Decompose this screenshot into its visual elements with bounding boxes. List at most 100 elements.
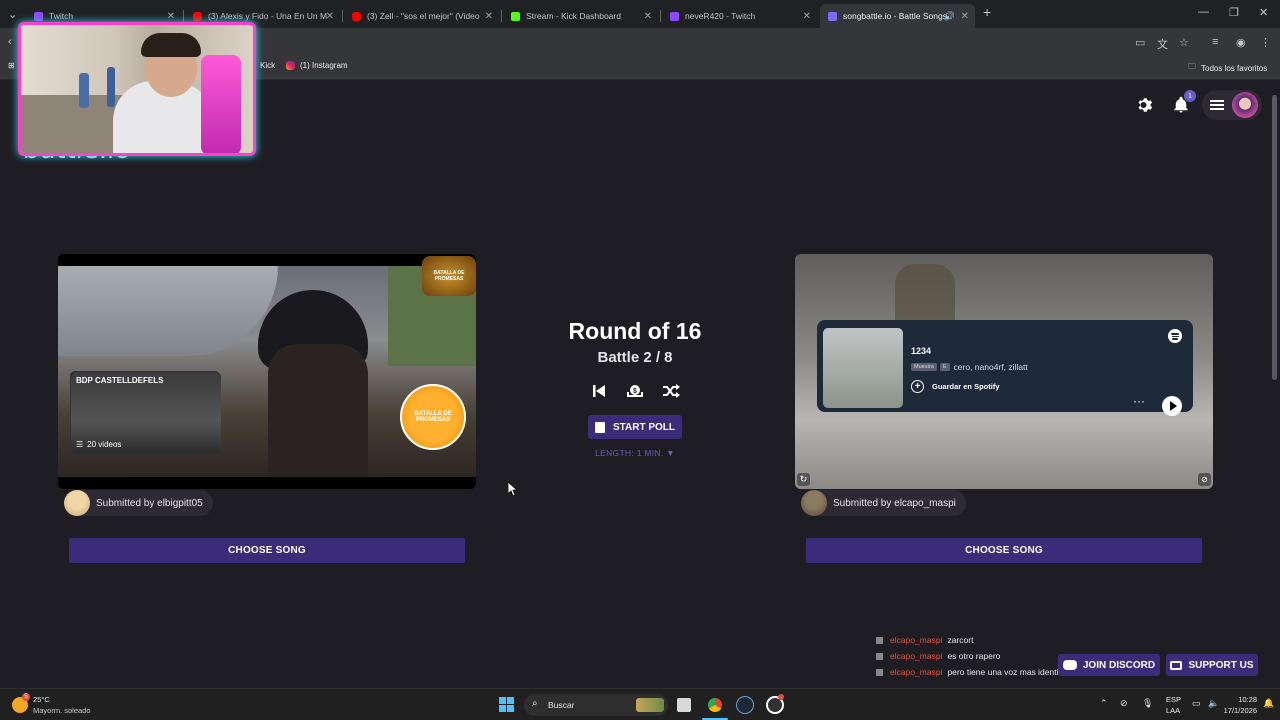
chat-username: elcapo_maspi xyxy=(890,651,943,661)
clock-time[interactable]: 10:28 xyxy=(1227,695,1257,704)
translate-icon[interactable]: 文 xyxy=(1157,36,1168,52)
close-window-button[interactable]: ✕ xyxy=(1259,6,1268,19)
hamburger-menu-icon[interactable] xyxy=(1210,98,1224,112)
hide-visibility-icon[interactable]: ⊘ xyxy=(1198,473,1211,486)
badge-icon xyxy=(876,652,883,660)
instagram-icon xyxy=(286,61,295,70)
user-avatar[interactable] xyxy=(1232,92,1258,118)
choose-left-song-button[interactable]: CHOOSE SONG xyxy=(69,538,465,563)
close-tab-icon[interactable]: ✕ xyxy=(961,11,969,22)
twitch-icon xyxy=(670,11,679,21)
chat-message: elcapo_maspi pero tiene una voz mas iden… xyxy=(876,664,1085,680)
batalla-promesas-logo: BATALLA DE PROMESAS xyxy=(400,384,466,450)
twitch-support-icon xyxy=(1170,660,1183,670)
spotify-cover xyxy=(823,328,903,408)
settings-gear-icon[interactable] xyxy=(1136,96,1154,114)
close-tab-icon[interactable]: ✕ xyxy=(644,11,652,22)
tab-twitch-never[interactable]: neveR420 - Twitch ✕ xyxy=(662,4,817,28)
spotify-meta: Muestra E cero, nano4rf, zillatt xyxy=(911,362,1028,372)
playlist-count: ☰ 20 videos xyxy=(76,440,121,449)
bookmark-star-icon[interactable]: ☆ xyxy=(1179,36,1189,49)
support-us-button[interactable]: SUPPORT US xyxy=(1166,654,1258,676)
cast-icon[interactable]: ▭ xyxy=(1135,36,1145,49)
tray-chevron-icon[interactable]: ⌃ xyxy=(1100,698,1108,709)
tray-volume-icon[interactable]: 🔈 xyxy=(1208,698,1219,709)
spotify-logo-icon[interactable] xyxy=(1168,329,1182,343)
left-video-player[interactable]: BDP CASTELLDEFELS ☰ 20 videos BATALLA DE… xyxy=(58,254,476,489)
spotify-track-title: 1234 xyxy=(911,346,932,356)
all-favorites[interactable]: 🗀 Todos los favoritos xyxy=(1188,61,1267,75)
speaker-icon[interactable]: 🔊 xyxy=(944,11,955,22)
weather-badge: 5 xyxy=(22,693,30,701)
playlist-overlay[interactable]: BDP CASTELLDEFELS ☰ 20 videos xyxy=(70,371,221,454)
battle-counter: Battle 2 / 8 xyxy=(597,349,673,366)
webcam-overlay xyxy=(18,22,256,156)
batalla-promesas-logo-small: BATALLA DE PROMESAS xyxy=(422,256,476,296)
bookmark-kick[interactable]: Kick xyxy=(260,61,275,70)
clock-date[interactable]: 17/1/2026 xyxy=(1221,706,1257,715)
preview-tag: Muestra xyxy=(911,363,937,371)
tab-songbattle[interactable]: songbattle.io - Battle Songs 🔊 ✕ xyxy=(820,4,975,28)
spotify-artists: cero, nano4rf, zillatt xyxy=(953,362,1028,372)
obs-recording-dot xyxy=(778,694,784,700)
chat-message: elcapo_maspi es otro rapero xyxy=(876,648,1085,664)
tab-search-icon[interactable]: ⌄ xyxy=(8,8,17,21)
explicit-badge: E xyxy=(939,363,950,371)
windows-start-icon[interactable] xyxy=(499,697,515,713)
tray-network-icon[interactable]: ⊘ xyxy=(1120,698,1128,709)
maximize-button[interactable]: ❐ xyxy=(1229,6,1239,19)
chat-overlay: elcapo_maspi zarcort elcapo_maspi es otr… xyxy=(876,632,1085,680)
spotify-embed[interactable]: 1234 Muestra E cero, nano4rf, zillatt + … xyxy=(817,320,1193,416)
discord-icon xyxy=(1062,660,1077,670)
length-selector[interactable]: LENGTH: 1 MIN. ▼ xyxy=(560,448,710,458)
scrollbar-thumb[interactable] xyxy=(1272,95,1277,380)
new-tab-button[interactable]: + xyxy=(983,4,991,20)
weather-temp: 25°C xyxy=(33,695,50,704)
twitch-icon xyxy=(34,11,43,21)
start-poll-button[interactable]: START POLL xyxy=(588,415,682,439)
chrome-icon[interactable] xyxy=(706,696,724,714)
close-tab-icon[interactable]: ✕ xyxy=(167,11,175,22)
start-poll-label: START POLL xyxy=(612,421,676,433)
language-code[interactable]: ESP xyxy=(1166,695,1181,704)
back-icon[interactable]: ‹ xyxy=(8,36,12,48)
tray-display-icon[interactable]: ▭ xyxy=(1192,698,1201,709)
add-circle-icon: + xyxy=(911,380,924,393)
choose-right-song-button[interactable]: CHOOSE SONG xyxy=(806,538,1202,563)
task-view-icon[interactable] xyxy=(677,698,691,712)
notifications-icon[interactable]: 🔔 xyxy=(1263,698,1274,709)
youtube-icon xyxy=(352,11,361,21)
coin-bet-icon[interactable]: $ xyxy=(626,382,644,400)
tab-kick-dashboard[interactable]: Stream - Kick Dashboard ✕ xyxy=(503,4,658,28)
more-options-icon[interactable]: ··· xyxy=(1133,394,1145,408)
taskbar-search[interactable]: ⌕ Buscar xyxy=(524,694,668,716)
all-favorites-label: Todos los favoritos xyxy=(1201,63,1268,73)
menu-dots-icon[interactable]: ⋮ xyxy=(1260,36,1271,49)
right-video-player[interactable]: 1234 Muestra E cero, nano4rf, zillatt + … xyxy=(795,254,1213,489)
previous-battle-icon[interactable] xyxy=(591,383,607,399)
apps-grid-icon[interactable]: ⊞ xyxy=(8,61,15,70)
profile-icon[interactable]: ◉ xyxy=(1236,36,1246,49)
minimize-button[interactable]: — xyxy=(1198,6,1209,18)
search-placeholder: Buscar xyxy=(548,700,575,710)
close-tab-icon[interactable]: ✕ xyxy=(326,11,334,22)
close-tab-icon[interactable]: ✕ xyxy=(485,11,493,22)
svg-text:$: $ xyxy=(633,388,637,395)
language-layout[interactable]: LAA xyxy=(1166,706,1180,715)
bookmark-instagram[interactable]: (1) Instagram xyxy=(286,61,348,70)
play-icon[interactable] xyxy=(1162,396,1182,416)
reading-list-icon[interactable]: ≡ xyxy=(1212,36,1218,48)
tray-mic-icon[interactable]: 🎙 xyxy=(1142,698,1153,709)
mouse-cursor xyxy=(507,481,519,501)
steam-icon[interactable] xyxy=(736,696,754,714)
join-discord-button[interactable]: JOIN DISCORD xyxy=(1058,654,1160,676)
user-menu[interactable] xyxy=(1202,90,1262,120)
refresh-icon[interactable]: ↻ xyxy=(797,473,810,486)
close-tab-icon[interactable]: ✕ xyxy=(803,11,811,22)
chat-text: zarcort xyxy=(947,635,974,645)
poll-icon xyxy=(594,421,605,433)
tab-youtube-2[interactable]: (3) Zell - "sos el mejor" (Video ✕ xyxy=(344,4,499,28)
spotify-save[interactable]: + Guardar en Spotify xyxy=(911,380,1000,393)
badge-icon xyxy=(876,636,883,644)
shuffle-icon[interactable] xyxy=(662,383,680,399)
